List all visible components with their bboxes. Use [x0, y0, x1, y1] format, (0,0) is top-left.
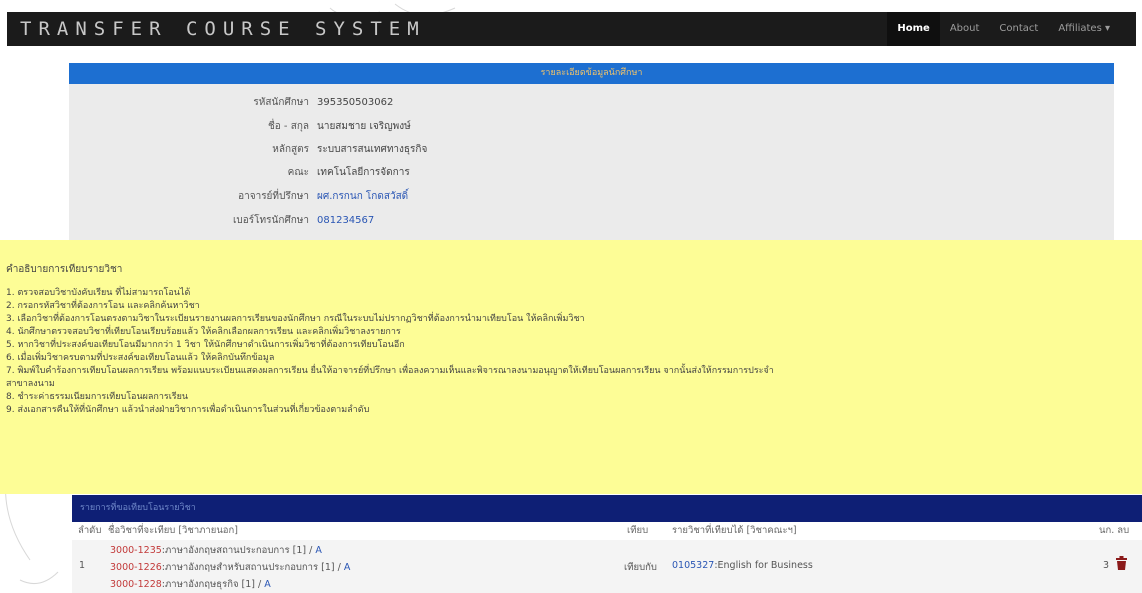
nav-affiliates-dropdown[interactable]: Affiliates ▾	[1048, 12, 1120, 46]
instruction-step: 8. ชำระค่าธรรมเนียมการเทียบโอนผลการเรียน	[6, 392, 189, 402]
source-course-code[interactable]: 3000-1226	[110, 562, 162, 573]
instruction-step: 9. ส่งเอกสารคืนให้ที่นักศึกษา แล้วนำส่งฝ…	[6, 405, 370, 415]
info-row-name: ชื่อ - สกุล นายสมชาย เจริญพงษ์	[69, 117, 1114, 137]
instructions-title: คำอธิบายการเทียบรายวิชา	[6, 264, 123, 275]
source-course-grade: A	[264, 579, 271, 590]
col-target: รายวิชาที่เทียบได้ [วิชาคณะฯ]	[672, 525, 797, 536]
phone-link[interactable]: 081234567	[317, 211, 374, 231]
source-course-grade: A	[343, 562, 351, 573]
app-brand[interactable]: TRANSFER COURSE SYSTEM	[20, 18, 426, 40]
target-course-code[interactable]: 0105327	[672, 560, 714, 571]
info-label: เบอร์โทรนักศึกษา	[233, 215, 309, 226]
col-source: ชื่อวิชาที่จะเทียบ [วิชาภายนอก]	[108, 525, 238, 536]
info-row-program: หลักสูตร ระบบสารสนเทศทางธุรกิจ	[69, 140, 1114, 160]
source-course-name: :ภาษาอังกฤษธุรกิจ [1] /	[161, 579, 265, 590]
source-course-code[interactable]: 3000-1228	[110, 579, 162, 590]
info-row-student-id: รหัสนักศึกษา 395350503062	[69, 93, 1114, 113]
student-info-panel: รายละเอียดข้อมูลนักศึกษา รหัสนักศึกษา 39…	[69, 63, 1114, 240]
nav-contact[interactable]: Contact	[989, 12, 1048, 46]
source-course-code[interactable]: 3000-1235	[110, 545, 162, 556]
info-label: ชื่อ - สกุล	[267, 121, 309, 132]
student-info-header: รายละเอียดข้อมูลนักศึกษา	[69, 63, 1114, 84]
source-course-grade: A	[315, 545, 322, 556]
instructions-box: คำอธิบายการเทียบรายวิชา 1. ตรวจสอบวิชาบั…	[0, 240, 1142, 494]
info-row-faculty: คณะ เทคโนโลยีการจัดการ	[69, 163, 1114, 183]
info-value: 395350503062	[317, 97, 394, 108]
info-value: ระบบสารสนเทศทางธุรกิจ	[317, 144, 428, 155]
source-course-name: :ภาษาอังกฤษสถานประกอบการ [1] /	[161, 545, 316, 556]
col-credits: นก. ลบ	[1099, 525, 1130, 536]
info-label: คณะ	[287, 167, 309, 178]
instruction-step: 2. กรอกรหัสวิชาที่ต้องการโอน และคลิกค้นห…	[6, 301, 200, 311]
instruction-step: 3. เลือกวิชาที่ต้องการโอนตรงตามวิชาในระเ…	[6, 314, 585, 324]
row-index: 1	[79, 560, 86, 571]
source-course: 3000-1228:ภาษาอังกฤษธุรกิจ [1] / A	[110, 577, 271, 592]
advisor-link[interactable]: ผศ.กรกนก โกดสวัสดิ์	[317, 187, 408, 207]
instruction-step: 7. พิมพ์ใบคำร้องการเทียบโอนผลการเรียน พร…	[6, 366, 774, 376]
info-label: รหัสนักศึกษา	[253, 97, 309, 108]
instruction-step: สาขาลงนาม	[6, 379, 55, 389]
info-row-advisor: อาจารย์ที่ปรึกษา ผศ.กรกนก โกดสวัสดิ์	[69, 187, 1114, 207]
source-course: 3000-1226:ภาษาอังกฤษสำหรับสถานประกอบการ …	[110, 560, 350, 575]
col-index: ลำดับ	[78, 525, 102, 536]
top-navbar: TRANSFER COURSE SYSTEM Home About Contac…	[7, 12, 1136, 46]
nav-about[interactable]: About	[940, 12, 990, 46]
info-label: หลักสูตร	[272, 144, 309, 155]
target-course: 0105327:English for Business	[672, 560, 813, 571]
info-label: อาจารย์ที่ปรึกษา	[238, 191, 309, 202]
col-status: เทียบ	[627, 525, 649, 536]
instruction-step: 1. ตรวจสอบวิชาบังคับเรียน ที่ไม่สามารถโอ…	[6, 288, 191, 298]
delete-icon[interactable]	[1116, 556, 1127, 570]
info-value: เทคโนโลยีการจัดการ	[317, 167, 410, 178]
source-course: 3000-1235:ภาษาอังกฤษสถานประกอบการ [1] / …	[110, 543, 322, 558]
instruction-step: 6. เมื่อเพิ่มวิชาครบตามที่ประสงค์ขอเทียบ…	[6, 353, 275, 363]
info-value: นายสมชาย เจริญพงษ์	[317, 121, 411, 132]
instruction-step: 4. นักศึกษาตรวจสอบวิชาที่เทียบโอนเรียบร้…	[6, 327, 401, 337]
table-row: 1 3000-1235:ภาษาอังกฤษสถานประกอบการ [1] …	[72, 540, 1142, 593]
nav-links: Home About Contact Affiliates ▾	[887, 12, 1120, 46]
match-status: เทียบกับ	[624, 562, 657, 573]
course-list-header: รายการที่ขอเทียบโอนรายวิชา	[72, 495, 1142, 522]
row-credits: 3	[1103, 560, 1110, 571]
instruction-step: 5. หากวิชาที่ประสงค์ขอเทียบโอนมีมากกว่า …	[6, 340, 405, 350]
info-row-phone: เบอร์โทรนักศึกษา 081234567	[69, 211, 1114, 231]
nav-home[interactable]: Home	[887, 12, 940, 46]
target-course-name: :English for Business	[714, 560, 813, 571]
source-course-name: :ภาษาอังกฤษสำหรับสถานประกอบการ [1] /	[161, 562, 344, 573]
course-table-header: ลำดับ ชื่อวิชาที่จะเทียบ [วิชาภายนอก] เท…	[72, 522, 1142, 540]
